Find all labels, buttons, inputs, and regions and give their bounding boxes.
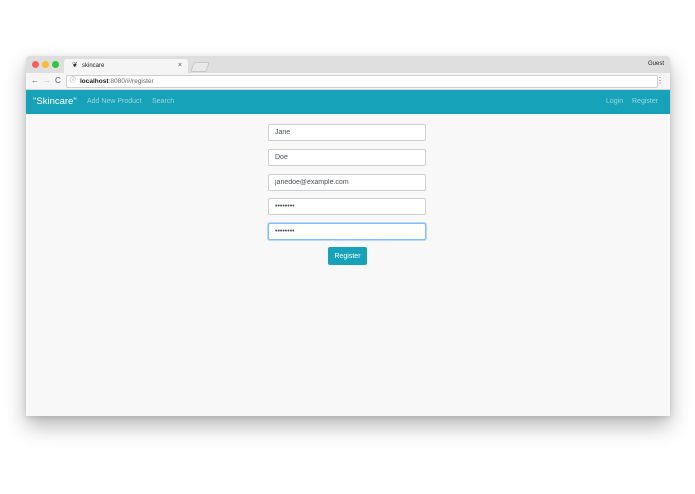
back-arrow-icon[interactable]: ← <box>31 73 39 89</box>
url-input[interactable]: ⓘ localhost:8080/#/register <box>66 75 658 88</box>
reload-icon[interactable]: C <box>55 73 61 89</box>
title-bar: ❦ skincare × Guest <box>26 56 670 73</box>
nav-search[interactable]: Search <box>152 90 174 114</box>
nav-login[interactable]: Login <box>606 90 623 114</box>
leaf-icon: ❦ <box>72 62 78 69</box>
app-navbar: "Skincare" Add New Product Search Login … <box>26 90 670 114</box>
forward-arrow-icon[interactable]: → <box>43 73 51 89</box>
url-path: :8080/#/register <box>108 78 154 85</box>
register-button[interactable]: Register <box>328 247 367 265</box>
email-input[interactable] <box>268 174 426 191</box>
tab-close-icon[interactable]: × <box>178 59 182 73</box>
url-text: localhost:8080/#/register <box>80 76 154 87</box>
menu-dots-icon[interactable]: ⋮ <box>656 73 664 89</box>
brand-link[interactable]: "Skincare" <box>33 90 77 114</box>
browser-window: ❦ skincare × Guest ← → C ⓘ localhost:808… <box>26 56 670 416</box>
tab-title: skincare <box>82 63 105 69</box>
profile-label[interactable]: Guest <box>648 56 664 73</box>
nav-register[interactable]: Register <box>632 90 658 114</box>
maximize-window-button[interactable] <box>52 61 59 68</box>
last-name-input[interactable] <box>268 149 426 166</box>
confirm-password-input[interactable] <box>268 223 426 240</box>
close-window-button[interactable] <box>32 61 39 68</box>
info-icon[interactable]: ⓘ <box>70 76 76 87</box>
password-input[interactable] <box>268 198 426 215</box>
nav-add-new-product[interactable]: Add New Product <box>87 90 141 114</box>
first-name-input[interactable] <box>268 124 426 141</box>
minimize-window-button[interactable] <box>42 61 49 68</box>
url-host: localhost <box>80 78 109 85</box>
browser-tab[interactable]: ❦ skincare × <box>64 59 188 73</box>
new-tab-button[interactable] <box>190 62 210 72</box>
address-bar: ← → C ⓘ localhost:8080/#/register ⋮ <box>26 73 670 90</box>
